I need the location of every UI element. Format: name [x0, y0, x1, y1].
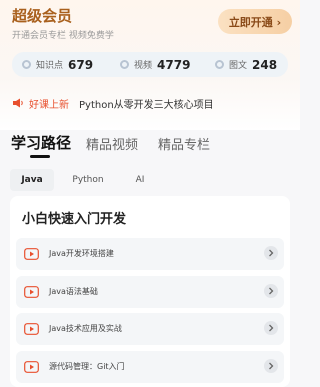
open-vip-button[interactable]: 立即开通 ›	[218, 9, 292, 34]
vip-title: 超级会员	[12, 7, 73, 25]
stat-label: 知识点	[36, 61, 64, 71]
video-lesson-icon	[24, 248, 39, 260]
stat-label: 图文	[229, 61, 248, 71]
lesson-name: Java语法基础	[49, 287, 98, 296]
lesson-name: Java技术应用及实战	[49, 324, 122, 333]
news-tag: 好课上新	[29, 99, 69, 111]
stat-value: 248	[252, 57, 278, 72]
lesson-item[interactable]: Java开发环境搭建	[16, 238, 284, 270]
lesson-item[interactable]: Java语法基础	[16, 276, 284, 308]
tab-premium-column[interactable]: 精品专栏	[158, 134, 210, 153]
stat-knowledge[interactable]: 知识点 679	[22, 52, 93, 77]
video-lesson-icon	[24, 286, 39, 298]
stat-value: 679	[68, 57, 94, 72]
subtab-ai[interactable]: AI	[122, 169, 158, 191]
subtab-java[interactable]: Java	[10, 169, 54, 191]
lesson-item[interactable]: 源代码管理：Git入门	[16, 351, 284, 383]
stat-value: 4779	[157, 57, 191, 72]
chevron-right-icon[interactable]	[264, 246, 278, 260]
stat-label: 视频	[134, 61, 153, 71]
lesson-name: 源代码管理：Git入门	[49, 362, 125, 371]
subtab-python[interactable]: Python	[66, 169, 110, 191]
language-subtabs: Java Python AI	[0, 169, 300, 191]
active-tab-indicator	[30, 155, 50, 158]
news-ticker[interactable]: 好课上新 Python从零开发三大核心项目	[12, 96, 214, 111]
lesson-item[interactable]: Java技术应用及实战	[16, 313, 284, 345]
stats-bar: 知识点 679 视频 4779 图文 248	[12, 52, 288, 77]
tab-premium-video[interactable]: 精品视频	[86, 134, 138, 153]
tab-learning-path[interactable]: 学习路径	[11, 132, 71, 153]
vip-subtitle: 开通会员专栏 视频免费学	[12, 31, 114, 41]
video-lesson-icon	[24, 323, 39, 335]
chevron-right-icon[interactable]	[264, 321, 278, 335]
video-icon	[120, 60, 129, 69]
main-tabs: 学习路径 精品视频 精品专栏	[0, 132, 300, 160]
speaker-icon	[13, 98, 23, 108]
chevron-right-icon[interactable]	[264, 284, 278, 298]
stat-article[interactable]: 图文 248	[215, 52, 277, 77]
chevron-right-icon[interactable]	[264, 359, 278, 373]
article-icon	[215, 60, 224, 69]
learning-path-panel: 小白快速入门开发 Java开发环境搭建 Java语法基础 Java技术应用及实战	[10, 196, 290, 387]
knowledge-icon	[22, 60, 31, 69]
panel-title: 小白快速入门开发	[22, 212, 127, 227]
lesson-name: Java开发环境搭建	[49, 249, 114, 258]
video-lesson-icon	[24, 361, 39, 373]
stat-video[interactable]: 视频 4779	[120, 52, 190, 77]
news-text: Python从零开发三大核心项目	[79, 99, 214, 111]
